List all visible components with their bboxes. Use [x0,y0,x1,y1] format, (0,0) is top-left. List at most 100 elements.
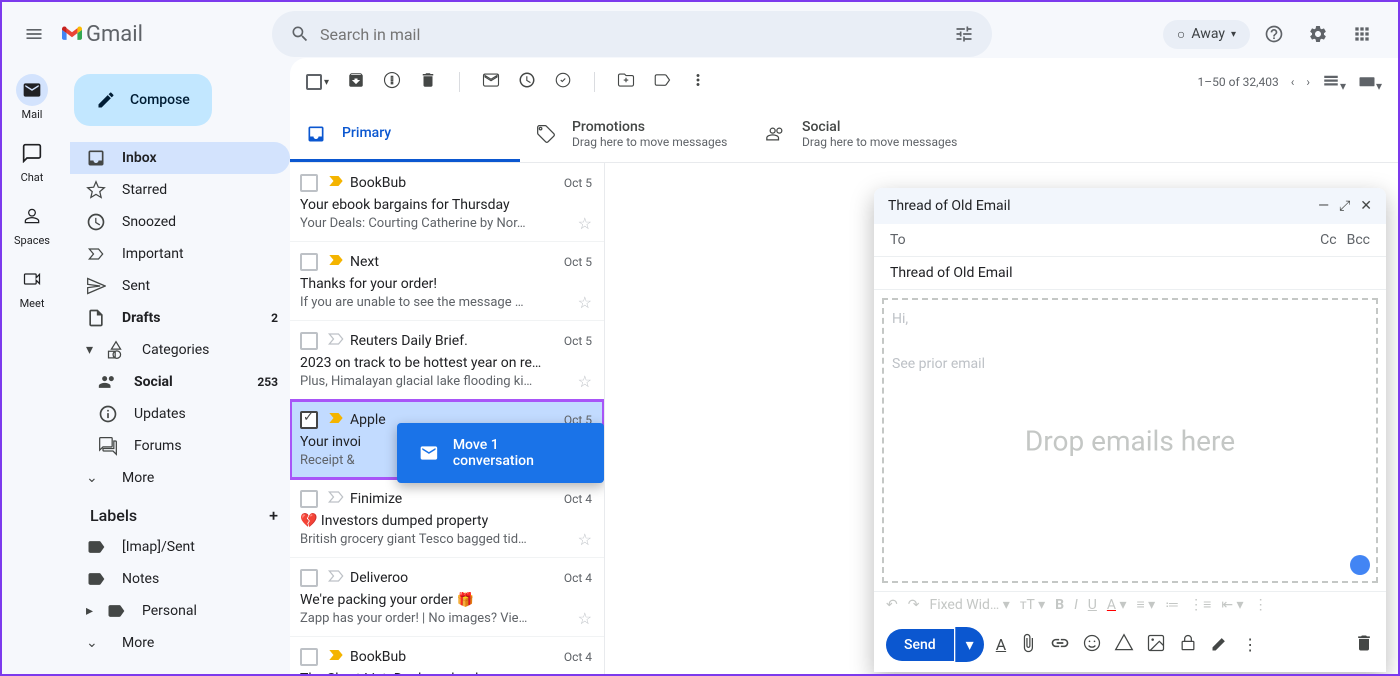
indent-button[interactable]: ⇤ ▾ [1221,597,1243,613]
delete-button[interactable] [419,71,437,93]
support-button[interactable] [1254,14,1294,54]
nav-drafts[interactable]: Drafts2 [70,302,290,334]
select-all-checkbox[interactable]: ▾ [306,74,329,90]
bullet-list-button[interactable]: ⋮≡ [1189,596,1211,613]
labels-button[interactable] [653,71,671,93]
prev-page-button[interactable]: ‹ [1291,75,1295,89]
italic-button[interactable]: I [1074,597,1078,613]
gmail-logo[interactable]: Gmail [62,18,252,50]
send-button[interactable]: Send [886,629,954,661]
discard-button[interactable] [1354,633,1374,657]
important-marker-icon[interactable] [326,329,342,353]
move-button[interactable] [617,71,635,93]
bcc-button[interactable]: Bcc [1347,232,1370,248]
rail-mail[interactable]: Mail [16,74,48,121]
row-checkbox[interactable] [300,411,318,429]
attach-button[interactable] [1018,633,1038,657]
tab-social[interactable]: SocialDrag here to move messages [750,106,980,162]
more-button[interactable] [689,71,707,93]
compose-header[interactable]: Thread of Old Email — ⤢ ✕ [874,188,1386,224]
nav-more[interactable]: ⌄More [70,462,290,494]
format-more-button[interactable]: ⋮ [1254,597,1268,613]
important-marker-icon[interactable] [326,487,342,511]
important-marker-icon[interactable] [326,645,342,669]
apps-button[interactable] [1342,14,1382,54]
grammarly-badge-icon[interactable] [1350,555,1370,575]
row-checkbox[interactable] [300,490,318,508]
message-row[interactable]: BookBubOct 4The Short List: Deals on boo… [290,637,604,674]
cc-button[interactable]: Cc [1320,232,1336,248]
row-checkbox[interactable] [300,253,318,271]
signature-button[interactable] [1210,633,1230,657]
star-button[interactable]: ☆ [578,530,592,549]
important-marker-icon[interactable] [326,171,342,195]
more-options-button[interactable]: ⋮ [1242,635,1258,654]
numbered-list-button[interactable]: ≔ [1165,597,1179,613]
row-checkbox[interactable] [300,332,318,350]
nav-updates[interactable]: Updates [70,398,290,430]
row-checkbox[interactable] [300,569,318,587]
emoji-button[interactable] [1082,633,1102,657]
compose-body-dropzone[interactable]: Hi, See prior email Drop emails here [882,298,1378,583]
add-task-button[interactable] [554,71,572,93]
message-row[interactable]: Reuters Daily Brief.Oct 52023 on track t… [290,321,604,400]
redo-button[interactable]: ↷ [908,597,920,613]
fullscreen-button[interactable]: ⤢ [1339,198,1350,214]
compose-button[interactable]: Compose [74,74,212,126]
star-button[interactable]: ☆ [578,609,592,628]
tab-promotions[interactable]: PromotionsDrag here to move messages [520,106,750,162]
align-button[interactable]: ≡ ▾ [1137,596,1156,613]
settings-button[interactable] [1298,14,1338,54]
status-chip[interactable]: ○ Away ▾ [1163,20,1250,49]
nav-categories[interactable]: ▾Categories [70,334,290,366]
text-color-button[interactable]: A ▾ [1107,597,1127,613]
send-options-button[interactable]: ▾ [955,627,984,662]
rail-spaces[interactable]: Spaces [14,200,50,247]
image-button[interactable] [1146,633,1166,657]
label-imap-sent[interactable]: [Imap]/Sent [70,531,290,563]
search-input[interactable] [320,25,944,44]
add-label-button[interactable]: + [269,506,278,525]
archive-button[interactable] [347,71,365,93]
nav-social[interactable]: Social253 [70,366,290,398]
important-marker-icon[interactable] [326,408,342,432]
underline-button[interactable]: U [1088,597,1097,613]
search-options-button[interactable] [944,14,984,54]
snooze-button[interactable] [518,71,536,93]
star-button[interactable]: ☆ [578,214,592,233]
row-checkbox[interactable] [300,648,318,666]
format-toggle-button[interactable]: A [996,635,1006,654]
font-size-button[interactable]: тT ▾ [1020,597,1045,613]
row-checkbox[interactable] [300,174,318,192]
next-page-button[interactable]: › [1306,75,1310,89]
input-tools-button[interactable]: ▾ [1358,72,1382,93]
nav-inbox[interactable]: Inbox [70,142,290,174]
compose-subject[interactable]: Thread of Old Email [874,257,1386,290]
drive-button[interactable] [1114,633,1134,657]
rail-chat[interactable]: Chat [16,137,48,184]
tab-primary[interactable]: Primary [290,106,520,162]
message-row[interactable]: DeliverooOct 4We're packing your order 🎁… [290,558,604,637]
important-marker-icon[interactable] [326,250,342,274]
bold-button[interactable]: B [1055,597,1064,613]
confidential-button[interactable] [1178,633,1198,657]
message-row[interactable]: NextOct 5Thanks for your order!If you ar… [290,242,604,321]
split-pane-button[interactable]: ▾ [1322,72,1346,93]
nav-important[interactable]: Important [70,238,290,270]
rail-meet[interactable]: Meet [16,263,48,310]
message-row[interactable]: FinimizeOct 4💔 Investors dumped property… [290,479,604,558]
compose-to-row[interactable]: To Cc Bcc [874,224,1386,257]
search-icon[interactable] [280,14,320,54]
link-button[interactable] [1050,633,1070,657]
message-row[interactable]: BookBubOct 5Your ebook bargains for Thur… [290,163,604,242]
nav-forums[interactable]: Forums [70,430,290,462]
spam-button[interactable] [383,71,401,93]
undo-button[interactable]: ↶ [886,597,898,613]
font-select[interactable]: Fixed Wid… ▾ [929,597,1009,613]
nav-starred[interactable]: Starred [70,174,290,206]
star-button[interactable]: ☆ [578,293,592,312]
important-marker-icon[interactable] [326,566,342,590]
label-notes[interactable]: Notes [70,563,290,595]
star-button[interactable]: ☆ [578,372,592,391]
minimize-button[interactable]: — [1318,198,1329,214]
